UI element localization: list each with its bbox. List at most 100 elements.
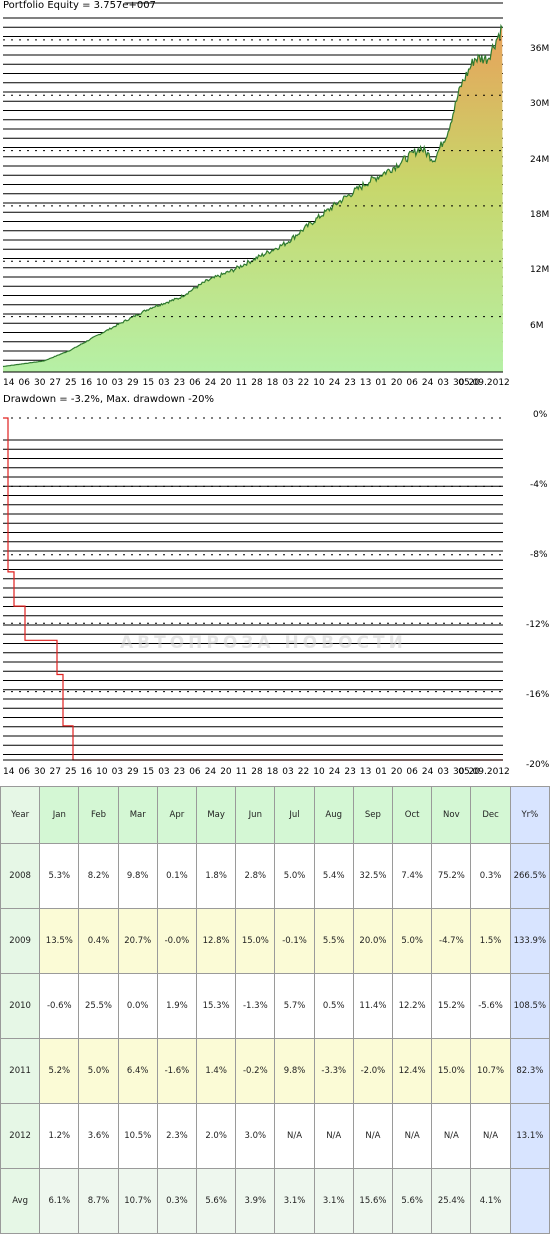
equity-chart: Portfolio Equity = 3.757e+007 36M 30M 24… [2,0,549,388]
column-header: Jul [274,786,315,844]
date-tick-label: 24 [422,378,434,388]
table-cell: 0.4% [78,908,119,974]
table-cell: 133.9% [509,908,550,974]
date-tick-label: 30 [34,378,46,388]
date-tick-label: 24 [329,378,341,388]
table-cell: 3.6% [78,1103,119,1169]
table-cell: 5.0% [274,843,315,909]
table-cell: 6.1% [39,1168,80,1234]
column-header: Aug [313,786,354,844]
table-cell: 7.4% [392,843,433,909]
date-tick-label: 10 [96,378,108,388]
table-cell: 32.5% [352,843,394,909]
table-cell: 75.2% [431,843,472,909]
equity-tick-label: 36M [530,44,549,54]
equity-title: Portfolio Equity = 3.757e+007 [3,0,156,11]
table-cell: 0.0% [117,973,158,1039]
table-cell: 20.7% [117,908,158,974]
table-cell: 0.3% [156,1168,198,1234]
table-cell: 20.0% [352,908,394,974]
date-tick-label: 23 [344,378,355,388]
equity-area [3,25,503,373]
table-cell: 15.3% [196,973,237,1039]
date-tick-label: 10 [313,378,325,388]
date-tick-label: 22 [298,767,309,777]
date-tick-label: 01 [375,378,386,388]
date-tick-label: 03 [112,378,123,388]
equity-chart-panel: Portfolio Equity = 3.757e+007 36M 30M 24… [0,0,550,390]
table-cell: -0.2% [235,1038,276,1104]
table-cell [509,1168,550,1234]
table-cell: 5.6% [196,1168,237,1234]
column-header: Mar [117,786,158,844]
table-cell: 3.1% [274,1168,315,1234]
table-cell: 10.5% [117,1103,158,1169]
table-cell: 5.2% [39,1038,80,1104]
equity-date-axis: 14 06 30 27 25 16 10 03 29 15 03 23 06 24 20 11 28 18 03 22… [3,378,510,388]
drawdown-tick-label: -20% [526,760,550,770]
date-tick-label: 16 [81,767,93,777]
table-cell: 5.0% [392,908,433,974]
drawdown-tick-label: -4% [530,480,548,490]
date-tick-label: 20 [391,767,403,777]
table-cell: 5.3% [39,843,80,909]
table-cell: 12.2% [392,973,433,1039]
table-cell: 3.9% [235,1168,276,1234]
drawdown-tick-label: -8% [530,550,548,560]
table-cell: 5.6% [392,1168,433,1234]
date-tick-label: 28 [251,767,263,777]
table-cell: 0.5% [313,973,354,1039]
table-cell: 2008 [0,843,41,909]
table-cell: 15.0% [235,908,276,974]
table-cell: 9.8% [274,1038,315,1104]
date-tick-label: 16 [81,378,93,388]
table-cell: 5.4% [313,843,354,909]
date-tick-label: 18 [267,767,279,777]
date-tick-label: 14 [3,767,15,777]
table-cell: N/A [431,1103,472,1169]
equity-tick-label: 18M [530,210,549,220]
date-tick-label: 06 [189,378,201,388]
table-cell: 12.4% [392,1038,433,1104]
table-cell: 2.3% [156,1103,198,1169]
table-cell: -4.7% [431,908,472,974]
drawdown-y-axis: 0% -4% -8% -12% -16% -20% [526,410,550,770]
table-cell: N/A [274,1103,315,1169]
table-cell: 1.8% [196,843,237,909]
date-tick-label: 03 [438,378,449,388]
table-header-row: Year Jan Feb Mar Apr May Jun Jul Aug Sep… [0,786,550,844]
column-header: Apr [156,786,198,844]
date-tick-label: 11 [236,378,247,388]
table-cell: 2010 [0,973,41,1039]
table-cell: 10.7% [470,1038,511,1104]
column-header: Jan [39,786,80,844]
drawdown-chart: Drawdown = -3.2%, Max. drawdown -20% АВТ… [3,394,550,777]
table-cell: -1.6% [156,1038,198,1104]
column-header: Yr% [509,786,550,844]
date-tick-label: 13 [360,767,371,777]
date-tick-label: 25 [65,767,76,777]
date-tick-label: 25 [65,378,76,388]
table-cell: 1.5% [470,908,511,974]
table-cell: 0.1% [156,843,198,909]
date-tick-label: 23 [344,767,355,777]
date-tick-label: 03 [112,767,123,777]
drawdown-tick-label: -16% [526,690,550,700]
table-cell: 25.4% [431,1168,472,1234]
column-header: Nov [431,786,472,844]
date-tick-label: 03 [282,378,293,388]
table-row: 2010 -0.6% 25.5% 0.0% 1.9% 15.3% -1.3% 5… [0,973,550,1039]
table-cell: -2.0% [352,1038,394,1104]
table-cell: 3.1% [313,1168,354,1234]
table-row: 2012 1.2% 3.6% 10.5% 2.3% 2.0% 3.0% N/A … [0,1103,550,1169]
equity-tick-label: 12M [530,265,549,275]
drawdown-area-layer [3,418,503,716]
date-tick-label: 06 [406,767,418,777]
drawdown-date-axis: 14 06 30 27 25 16 10 03 29 15 03 23 06 24 20 11 28 18 03 22… [3,767,510,777]
date-tick-label: 18 [267,378,279,388]
date-tick-label: 06 [19,767,31,777]
column-header: Sep [352,786,394,844]
date-tick-label: 06 [406,378,418,388]
table-cell: N/A [470,1103,511,1169]
table-cell: 5.0% [78,1038,119,1104]
